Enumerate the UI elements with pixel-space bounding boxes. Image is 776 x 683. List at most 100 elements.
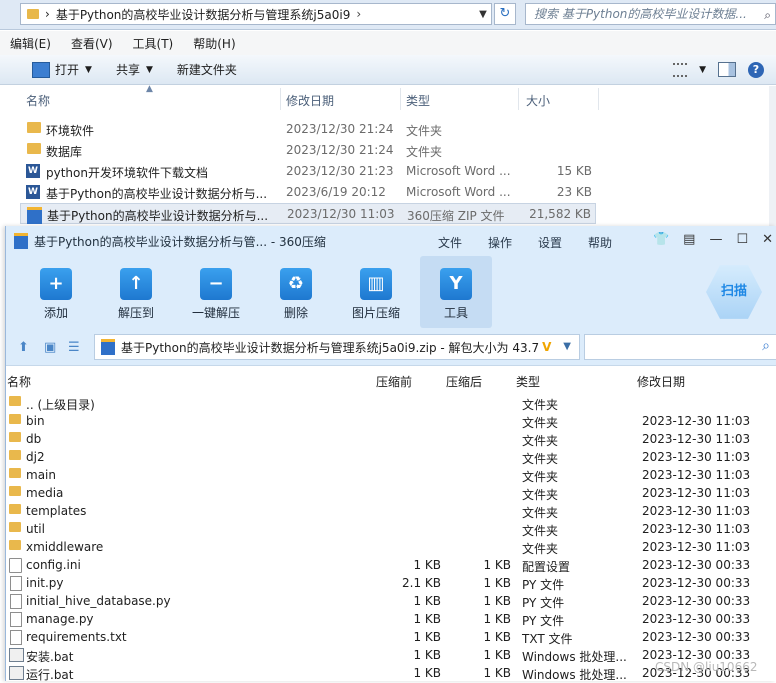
refresh-icon[interactable]: ↻ — [494, 3, 516, 25]
zip-file-name: .. (上级目录) — [26, 398, 95, 412]
zip-file-row[interactable]: xmiddleware 文件夹 2023-12-30 11:03 — [6, 538, 776, 556]
skin-icon[interactable]: 👕 — [653, 232, 669, 247]
one-click-extract-label: 一键解压 — [191, 306, 240, 320]
zip-file-row[interactable]: db 文件夹 2023-12-30 11:03 — [6, 430, 776, 448]
open-label: 打开 — [55, 63, 80, 77]
zip-file-row[interactable]: bin 文件夹 2023-12-30 11:03 — [6, 412, 776, 430]
zip-column-date[interactable]: 修改日期 — [637, 373, 685, 390]
preview-pane-icon[interactable] — [718, 62, 736, 77]
zip-file-type: TXT 文件 — [522, 632, 573, 646]
delete-button[interactable]: ♻ 删除 — [256, 256, 336, 328]
thumbnail-view-icon[interactable]: ▣ — [44, 340, 56, 355]
delete-label: 删除 — [283, 306, 308, 320]
zip-file-row[interactable]: main 文件夹 2023-12-30 11:03 — [6, 466, 776, 484]
chevron-down-icon: ▼ — [85, 64, 92, 75]
chevron-down-icon[interactable]: ▼ — [563, 341, 571, 352]
scan-button[interactable]: 扫描 — [706, 265, 762, 319]
zip-column-after[interactable]: 压缩后 — [446, 373, 482, 390]
zip-column-before[interactable]: 压缩前 — [376, 373, 412, 390]
address-crumb[interactable]: 基于Python的高校毕业设计数据分析与管理系统j5a0i9 — [56, 6, 351, 23]
zip-file-size-before: 1 KB — [413, 648, 441, 662]
zip-file-row[interactable]: manage.py 1 KB 1 KB PY 文件 2023-12-30 00:33 — [6, 610, 776, 628]
file-size: 23 KB — [556, 185, 592, 199]
menu-view[interactable]: 查看(V) — [61, 35, 123, 52]
one-click-extract-button[interactable]: − 一键解压 — [176, 256, 256, 328]
scrollbar[interactable] — [769, 86, 776, 226]
address-separator: › — [356, 7, 362, 21]
address-bar[interactable]: › 基于Python的高校毕业设计数据分析与管理系统j5a0i9 › ▼ — [20, 3, 492, 25]
search-icon[interactable]: ⌕ — [762, 338, 770, 354]
file-icon — [10, 576, 22, 591]
zip-menu-settings[interactable]: 设置 — [538, 234, 562, 251]
zip-file-date: 2023-12-30 00:33 — [642, 630, 751, 644]
extract-to-button[interactable]: ↑ 解压到 — [96, 256, 176, 328]
zip-menu-operate[interactable]: 操作 — [488, 234, 512, 251]
up-arrow-icon[interactable]: ⬆ — [18, 340, 29, 355]
file-row[interactable]: W 基于Python的高校毕业设计数据分析与... 2023/6/19 20:12 M… — [20, 182, 596, 203]
search-input[interactable]: 搜索 基于Python的高校毕业设计数据... ⌕ — [525, 3, 776, 25]
column-date[interactable]: 修改日期 — [286, 92, 334, 109]
tools-button[interactable]: Y 工具 — [420, 256, 492, 328]
minimize-icon[interactable]: — — [709, 232, 722, 247]
image-compress-button[interactable]: ▥ 图片压缩 — [336, 256, 416, 328]
zip-file-type: PY 文件 — [522, 578, 565, 592]
column-name[interactable]: 名称 — [26, 92, 50, 109]
zip-file-size-before: 1 KB — [413, 612, 441, 626]
column-size[interactable]: 大小 — [526, 92, 550, 109]
maximize-icon[interactable]: ☐ — [736, 232, 748, 247]
zip-file-name: xmiddleware — [26, 540, 104, 554]
menu-help[interactable]: 帮助(H) — [183, 35, 245, 52]
file-row[interactable]: 基于Python的高校毕业设计数据分析与... 2023/12/30 11:03 3… — [20, 203, 596, 224]
close-icon[interactable]: ✕ — [762, 232, 773, 247]
help-icon[interactable]: ? — [748, 61, 764, 78]
column-divider[interactable] — [400, 88, 401, 110]
chevron-down-icon[interactable]: ▼ — [699, 65, 706, 75]
zip-search-input[interactable]: ⌕ — [584, 334, 776, 360]
zip-menu-file[interactable]: 文件 — [438, 234, 462, 251]
extract-to-icon: ↑ — [120, 268, 152, 300]
folder-icon — [9, 414, 21, 424]
zip-file-row[interactable]: templates 文件夹 2023-12-30 11:03 — [6, 502, 776, 520]
file-row[interactable]: 数据库 2023/12/30 21:24 文件夹 — [20, 140, 596, 161]
feedback-icon[interactable]: ▤ — [683, 232, 695, 247]
view-options-icon[interactable] — [673, 62, 688, 77]
search-icon[interactable]: ⌕ — [764, 5, 771, 24]
zip-file-row[interactable]: media 文件夹 2023-12-30 11:03 — [6, 484, 776, 502]
file-row[interactable]: Wpython开发环境软件下载文档 2023/12/30 21:23 Microso… — [20, 161, 596, 182]
file-type: 文件夹 — [406, 145, 443, 159]
file-icon — [10, 612, 22, 627]
column-divider[interactable] — [598, 88, 599, 110]
menu-edit[interactable]: 编辑(E) — [0, 35, 61, 52]
add-button[interactable]: + 添加 — [16, 256, 96, 328]
zip-file-type: Windows 批处理... — [522, 650, 627, 664]
zip-file-row[interactable]: init.py 2.1 KB 1 KB PY 文件 2023-12-30 00:33 — [6, 574, 776, 592]
share-button[interactable]: 共享 ▼ — [104, 61, 165, 78]
zip-icon — [27, 207, 42, 224]
file-type: Microsoft Word ... — [406, 164, 511, 178]
zip-column-type[interactable]: 类型 — [516, 373, 540, 390]
zip-file-size-after: 1 KB — [483, 648, 511, 662]
zip-file-type: 文件夹 — [522, 434, 559, 448]
open-button[interactable]: 打开 ▼ — [0, 61, 104, 78]
column-divider[interactable] — [280, 88, 281, 110]
column-type[interactable]: 类型 — [406, 92, 430, 109]
column-divider[interactable] — [518, 88, 519, 110]
zip-file-row[interactable]: .. (上级目录) 文件夹 — [6, 394, 776, 412]
zip-path-bar[interactable]: 基于Python的高校毕业设计数据分析与管理系统j5a0i9.zip - 解包大… — [94, 334, 580, 360]
zip-file-row[interactable]: requirements.txt 1 KB 1 KB TXT 文件 2023-12-30… — [6, 628, 776, 646]
menu-tools[interactable]: 工具(T) — [123, 35, 184, 52]
zip-file-type: 文件夹 — [522, 488, 559, 502]
file-row[interactable]: 环境软件 2023/12/30 21:24 文件夹 — [20, 119, 596, 140]
list-view-icon[interactable]: ☰ — [68, 340, 80, 355]
new-folder-button[interactable]: 新建文件夹 — [165, 61, 249, 78]
file-name: 基于Python的高校毕业设计数据分析与... — [46, 187, 268, 201]
zip-file-row[interactable]: dj2 文件夹 2023-12-30 11:03 — [6, 448, 776, 466]
vip-badge-icon[interactable]: V — [542, 340, 551, 354]
chevron-down-icon[interactable]: ▼ — [475, 9, 491, 20]
folder-icon — [9, 522, 21, 532]
zip-file-row[interactable]: config.ini 1 KB 1 KB 配置设置 2023-12-30 00:33 — [6, 556, 776, 574]
zip-file-row[interactable]: util 文件夹 2023-12-30 11:03 — [6, 520, 776, 538]
zip-menu-help[interactable]: 帮助 — [588, 234, 612, 251]
zip-file-row[interactable]: initial_hive_database.py 1 KB 1 KB PY 文件 202… — [6, 592, 776, 610]
zip-column-name[interactable]: 名称 — [7, 373, 31, 390]
